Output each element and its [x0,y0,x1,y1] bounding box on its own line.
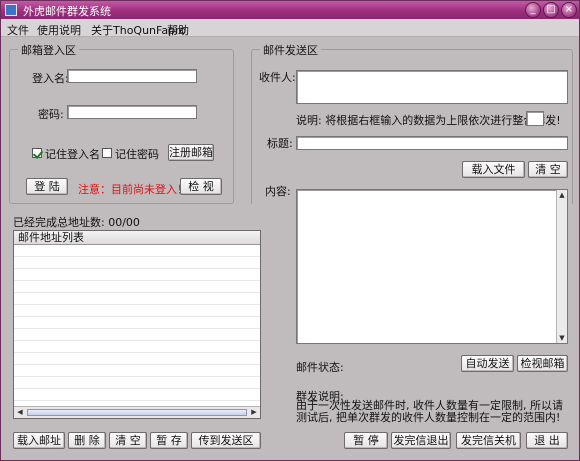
remember-name-label: 记住登入名 [45,148,100,161]
mail-status-label: 邮件状态: [296,361,344,374]
main-window: 外虎邮件群发系统 _ □ × 文件 使用说明 关于ThoQunFapro 帮助 … [0,0,580,461]
recipient-input[interactable] [296,70,568,104]
register-mailbox-button[interactable]: 注册邮箱 [168,144,214,161]
address-list-hscrollbar[interactable]: ◀ ▶ [14,406,260,418]
auto-send-button[interactable]: 自动发送 [461,355,514,372]
temp-save-button[interactable]: 暂 存 [150,432,188,449]
scroll-up-icon[interactable]: ▲ [557,190,567,200]
limit-input[interactable] [526,111,544,126]
window-title: 外虎邮件群发系统 [23,5,111,18]
remember-password-label: 记住密码 [115,148,159,161]
exit-button[interactable]: 退 出 [526,432,568,449]
password-label: 密码: [38,108,64,121]
scroll-right-icon[interactable]: ▶ [249,408,259,417]
pause-button[interactable]: 暂 停 [344,432,388,449]
maximize-button[interactable]: □ [543,2,559,18]
menu-file[interactable]: 文件 [7,22,29,38]
address-list[interactable]: 邮件地址列表 ◀ ▶ [13,230,261,419]
address-list-body [14,245,260,406]
clear-list-button[interactable]: 清 空 [109,432,147,449]
exit-after-send-button[interactable]: 发完信退出 [391,432,451,449]
shutdown-after-send-button[interactable]: 发完信关机 [456,432,521,449]
username-label: 登入名: [32,72,69,85]
send-note-text: 说明: 将根据右框输入的数据为上限依次进行整合群发! [296,114,561,127]
scroll-down-icon[interactable]: ▼ [557,333,567,343]
login-group-title: 邮箱登入区 [18,42,79,58]
content-vscrollbar[interactable]: ▲ ▼ [556,190,567,343]
login-status-text: 注意：目前尚未登入！ [78,183,188,196]
load-address-button[interactable]: 载入邮址 [13,432,65,449]
content-label: 内容: [265,185,291,198]
login-button[interactable]: 登 陆 [26,178,68,195]
close-button[interactable]: × [561,2,577,18]
login-group: 邮箱登入区 登入名: 密码: 记住登入名 记住密码 注册邮箱 登 陆 注意：目前… [9,42,234,204]
menu-help[interactable]: 帮助 [167,22,189,38]
check-button[interactable]: 检 视 [180,178,222,195]
subject-input[interactable] [296,136,568,150]
username-input[interactable] [67,69,197,83]
app-icon [5,4,17,16]
clear-send-button[interactable]: 清 空 [528,161,568,178]
delete-button[interactable]: 删 除 [68,432,106,449]
minimize-button[interactable]: _ [525,2,541,18]
scroll-left-icon[interactable]: ◀ [15,408,25,417]
view-mailbox-button[interactable]: 检视邮箱 [517,355,568,372]
send-group-title: 邮件发送区 [260,42,321,58]
send-to-area-button[interactable]: 传到发送区 [191,432,261,449]
load-file-button[interactable]: 载入文件 [462,161,525,178]
title-bar: 外虎邮件群发系统 _ □ × [1,1,579,19]
address-list-header: 邮件地址列表 [14,231,260,245]
group-note-text: 由于一次性发送邮件时, 收件人数量有一定限制, 所以请测试后, 把单次群发的收件… [296,399,563,424]
password-input[interactable] [67,105,197,119]
completed-count-label: 已经完成总地址数: 00/00 [13,216,140,229]
menu-help-usage[interactable]: 使用说明 [37,22,81,38]
remember-password-checkbox[interactable] [102,148,112,158]
remember-name-checkbox[interactable] [32,148,42,158]
menu-bar: 文件 使用说明 关于ThoQunFapro 帮助 [1,19,579,37]
subject-label: 标题: [267,137,293,150]
scroll-thumb[interactable] [27,409,247,416]
content-textarea[interactable]: ▲ ▼ [296,189,568,344]
recipient-label: 收件人: [259,71,296,84]
